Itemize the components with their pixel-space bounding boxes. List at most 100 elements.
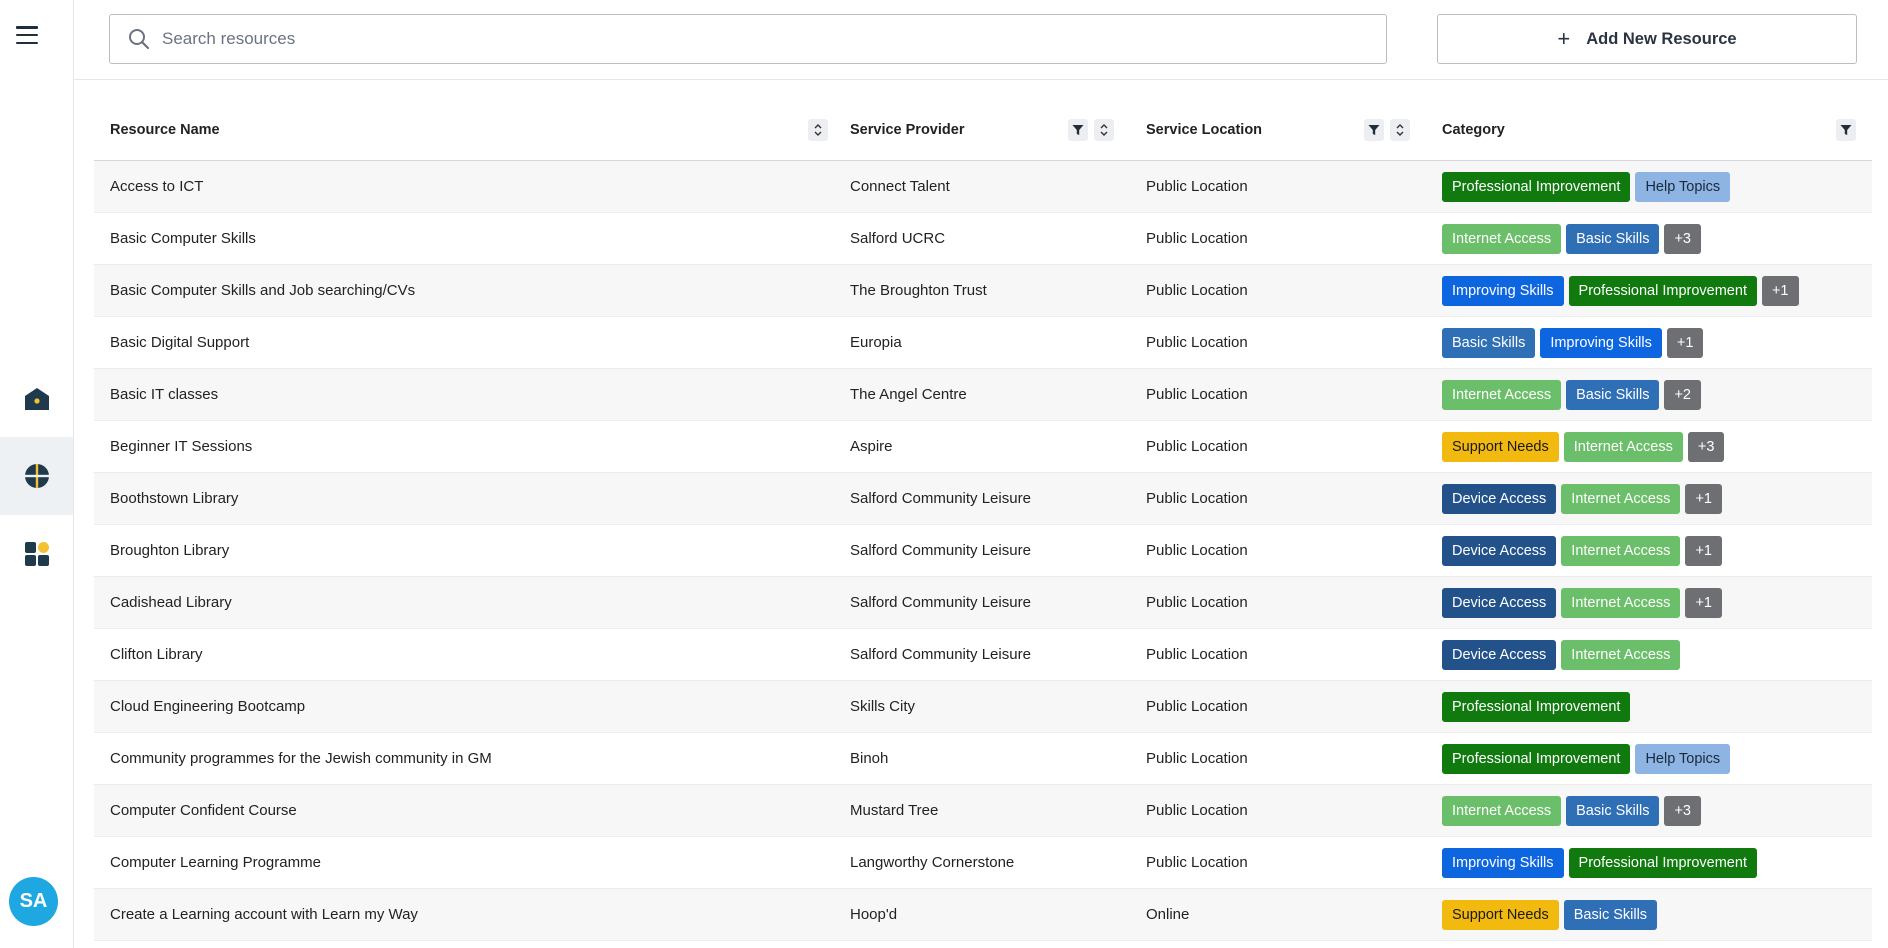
more-tags-badge[interactable]: +1 — [1685, 535, 1722, 566]
table-row[interactable]: Cloud Engineering Bootcamp Skills City Pub… — [94, 681, 1872, 733]
header-resource-name[interactable]: Resource Name — [94, 100, 834, 160]
more-tags-badge[interactable]: +1 — [1761, 275, 1799, 306]
sort-resource-name-button[interactable] — [808, 119, 828, 141]
resource-name-cell: Cadishead Library — [110, 594, 232, 611]
service-provider-cell: The Angel Centre — [850, 386, 967, 403]
add-new-resource-label: Add New Resource — [1586, 29, 1737, 48]
category-tag: Support Needs — [1442, 899, 1559, 930]
more-tags-badge[interactable]: +3 — [1687, 431, 1725, 462]
filter-service-provider-button[interactable] — [1068, 119, 1088, 141]
category-cell: Support Needs Basic Skills — [1426, 899, 1872, 930]
service-location-cell: Public Location — [1146, 542, 1248, 559]
sidebar-item-resources[interactable] — [0, 437, 73, 515]
category-tag: Improving Skills — [1540, 327, 1662, 358]
table-row[interactable]: Clifton Library Salford Community Leisure… — [94, 629, 1872, 681]
header-category[interactable]: Category — [1426, 100, 1872, 160]
resource-name-cell: Clifton Library — [110, 646, 203, 663]
table-row[interactable]: Cadishead Library Salford Community Leisu… — [94, 577, 1872, 629]
filter-icon — [1072, 125, 1084, 135]
service-provider-cell: Hoop'd — [850, 906, 898, 923]
category-cell: Basic Skills Improving Skills +1 — [1426, 327, 1872, 358]
more-tags-badge[interactable]: +1 — [1685, 587, 1722, 618]
table-row[interactable]: Basic Digital Support Europia Public Locat… — [94, 317, 1872, 369]
more-tags-badge[interactable]: +1 — [1666, 327, 1704, 358]
category-cell: Internet Access Basic Skills +2 — [1426, 379, 1872, 410]
category-tag: Help Topics — [1635, 171, 1731, 202]
resource-name-cell: Boothstown Library — [110, 490, 239, 507]
header-service-provider[interactable]: Service Provider — [834, 100, 1130, 160]
home-icon — [24, 388, 49, 410]
menu-icon[interactable] — [16, 26, 38, 44]
dashboard-icon — [24, 542, 49, 566]
filter-service-location-button[interactable] — [1364, 119, 1384, 141]
category-cell: Device Access Internet Access +1 — [1426, 535, 1872, 566]
avatar[interactable]: SA — [9, 877, 58, 926]
sidebar-item-dashboard[interactable] — [0, 515, 73, 593]
more-tags-badge[interactable]: +3 — [1664, 795, 1702, 826]
table-row[interactable]: Create a Learning account with Learn my … — [94, 889, 1872, 941]
resources-icon — [24, 464, 49, 488]
table-row[interactable]: Basic Computer Skills and Job searching/… — [94, 265, 1872, 317]
sort-icon — [814, 124, 822, 136]
header-service-location[interactable]: Service Location — [1130, 100, 1426, 160]
service-location-cell: Public Location — [1146, 646, 1248, 663]
search-box[interactable] — [109, 14, 1387, 64]
service-location-cell: Public Location — [1146, 282, 1248, 299]
more-tags-badge[interactable]: +3 — [1664, 223, 1702, 254]
resource-name-cell: Access to ICT — [110, 178, 204, 195]
service-provider-cell: Salford Community Leisure — [850, 490, 1031, 507]
service-location-cell: Public Location — [1146, 386, 1248, 403]
table-row[interactable]: Community programmes for the Jewish comm… — [94, 733, 1872, 785]
sort-icon — [1100, 124, 1108, 136]
header-category-label: Category — [1442, 122, 1505, 138]
service-provider-cell: Connect Talent — [850, 178, 950, 195]
category-tag: Professional Improvement — [1442, 743, 1631, 774]
service-provider-cell: Salford UCRC — [850, 230, 946, 247]
filter-icon — [1840, 125, 1852, 135]
search-input[interactable] — [162, 19, 1362, 59]
resources-table: Resource Name Service Provider Service L… — [94, 100, 1872, 941]
category-cell: Device Access Internet Access +1 — [1426, 483, 1872, 514]
service-location-cell: Public Location — [1146, 178, 1248, 195]
category-cell: Improving Skills Professional Improvement… — [1426, 275, 1872, 306]
table-row[interactable]: Computer Learning Programme Langworthy Co… — [94, 837, 1872, 889]
category-cell: Device Access Internet Access +1 — [1426, 587, 1872, 618]
more-tags-badge[interactable]: +2 — [1664, 379, 1702, 410]
header-service-provider-label: Service Provider — [850, 122, 965, 138]
service-location-cell: Public Location — [1146, 230, 1248, 247]
table-row[interactable]: Access to ICT Connect Talent Public Locati… — [94, 161, 1872, 213]
service-location-cell: Public Location — [1146, 438, 1248, 455]
service-location-cell: Public Location — [1146, 334, 1248, 351]
category-tag: Basic Skills — [1566, 223, 1660, 254]
sort-service-provider-button[interactable] — [1094, 119, 1114, 141]
category-cell: Professional Improvement — [1426, 691, 1872, 722]
more-tags-badge[interactable]: +1 — [1685, 483, 1722, 514]
table-row[interactable]: Basic IT classes The Angel Centre Public L… — [94, 369, 1872, 421]
category-cell: Improving Skills Professional Improvement — [1426, 847, 1872, 878]
service-location-cell: Online — [1146, 906, 1190, 923]
sort-service-location-button[interactable] — [1390, 119, 1410, 141]
category-cell: Device Access Internet Access — [1426, 639, 1872, 670]
filter-category-button[interactable] — [1836, 119, 1856, 141]
table-row[interactable]: Boothstown Library Salford Community Leis… — [94, 473, 1872, 525]
sidebar-item-home[interactable] — [0, 360, 73, 438]
add-new-resource-button[interactable]: + Add New Resource — [1437, 14, 1857, 64]
sidebar: SA — [0, 0, 74, 948]
table-row[interactable]: Beginner IT Sessions Aspire Public Locatio… — [94, 421, 1872, 473]
header-service-location-label: Service Location — [1146, 122, 1263, 138]
table-row[interactable]: Computer Confident Course Mustard Tree Pub… — [94, 785, 1872, 837]
table-row[interactable]: Broughton Library Salford Community Leisu… — [94, 525, 1872, 577]
resource-name-cell: Beginner IT Sessions — [110, 438, 253, 455]
category-tag: Professional Improvement — [1568, 275, 1757, 306]
resource-name-cell: Computer Learning Programme — [110, 854, 321, 871]
category-tag: Support Needs — [1442, 431, 1559, 462]
category-tag: Device Access — [1442, 535, 1557, 566]
table-row[interactable]: Basic Computer Skills Salford UCRC Public … — [94, 213, 1872, 265]
filter-icon — [1368, 125, 1380, 135]
category-tag: Internet Access — [1561, 639, 1681, 670]
service-location-cell: Public Location — [1146, 490, 1248, 507]
category-cell: Internet Access Basic Skills +3 — [1426, 795, 1872, 826]
category-tag: Basic Skills — [1566, 795, 1660, 826]
category-tag: Internet Access — [1563, 431, 1683, 462]
category-tag: Internet Access — [1561, 587, 1681, 618]
